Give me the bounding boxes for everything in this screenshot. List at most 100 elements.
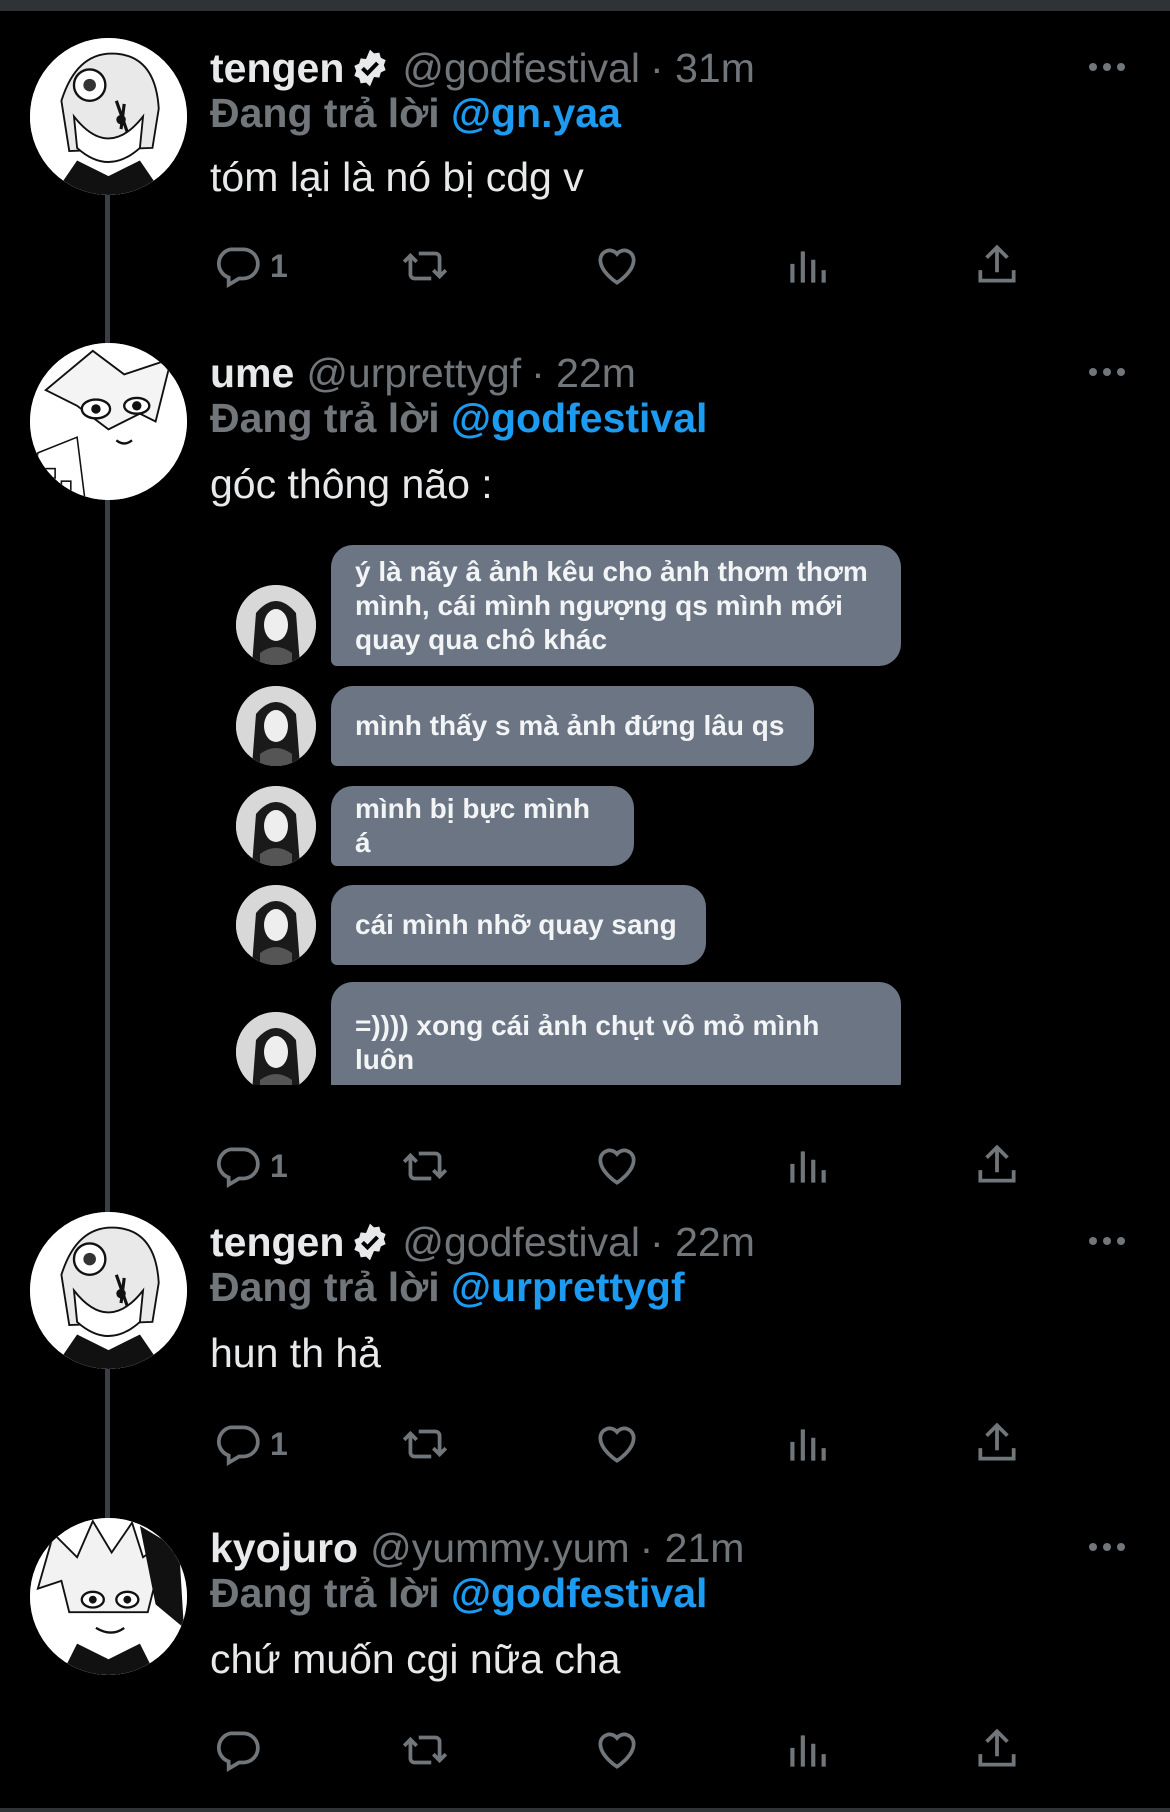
replying-to-label: Đang trả lời	[210, 395, 452, 441]
handle[interactable]: @urprettygf	[306, 350, 521, 397]
person-avatar-icon	[236, 686, 316, 766]
reply-mention-link[interactable]: @gn.yaa	[451, 90, 621, 136]
kyojuro-avatar-icon	[30, 1518, 187, 1675]
views-icon	[790, 1429, 826, 1461]
share-button[interactable]	[972, 1414, 1022, 1474]
tweet-actions: 1	[210, 236, 1050, 296]
timestamp[interactable]: · 22m	[650, 1219, 755, 1266]
tweet[interactable]: tengen @godfestival · 31m Đang trả lời @…	[0, 38, 1170, 298]
reply-button[interactable]: 1	[212, 1414, 288, 1474]
reply-icon	[216, 1147, 260, 1189]
retweet-icon	[402, 1429, 448, 1459]
like-icon	[598, 1426, 636, 1463]
like-icon	[598, 1732, 636, 1769]
share-icon	[978, 244, 1016, 283]
like-button[interactable]	[592, 1136, 642, 1196]
chat-avatar	[236, 786, 316, 866]
tweet-text: góc thông não :	[210, 461, 493, 507]
reply-mention-link[interactable]: @urprettygf	[451, 1264, 685, 1310]
person-avatar-icon	[236, 885, 316, 965]
verified-badge-icon	[350, 1222, 390, 1262]
like-button[interactable]	[592, 1414, 642, 1474]
tweet-header: tengen @godfestival · 31m	[210, 38, 755, 98]
replying-to: Đang trả lời @godfestival	[210, 395, 707, 442]
tengen-avatar-icon	[30, 1212, 187, 1369]
tweet-text: tóm lại là nó bị cdg v	[210, 154, 584, 200]
share-button[interactable]	[972, 1136, 1022, 1196]
person-avatar-icon	[236, 1012, 316, 1085]
replying-to-label: Đang trả lời	[210, 90, 452, 136]
handle[interactable]: @godfestival	[402, 1219, 640, 1266]
reply-button[interactable]	[212, 1720, 270, 1780]
display-name[interactable]: tengen	[210, 45, 344, 92]
bottom-divider	[0, 1808, 1170, 1812]
chat-avatar	[236, 686, 316, 766]
top-divider	[0, 0, 1170, 11]
display-name[interactable]: kyojuro	[210, 1525, 358, 1572]
like-button[interactable]	[592, 236, 642, 296]
retweet-button[interactable]	[400, 1136, 450, 1196]
display-name[interactable]: tengen	[210, 1219, 344, 1266]
reply-button[interactable]: 1	[212, 1136, 288, 1196]
chat-avatar	[236, 885, 316, 965]
replying-to-label: Đang trả lời	[210, 1570, 452, 1616]
handle[interactable]: @godfestival	[402, 45, 640, 92]
like-icon	[598, 248, 636, 285]
views-button[interactable]	[782, 1720, 832, 1780]
chat-bubble: =)))) xong cái ảnh chụt vô mỏ mình luôn	[331, 982, 901, 1085]
person-avatar-icon	[236, 786, 316, 866]
reply-icon	[216, 247, 260, 289]
replying-to-label: Đang trả lời	[210, 1264, 452, 1310]
avatar[interactable]	[30, 343, 187, 500]
display-name[interactable]: ume	[210, 350, 294, 397]
retweet-button[interactable]	[400, 1720, 450, 1780]
tengen-avatar-icon	[30, 38, 187, 195]
reply-button[interactable]: 1	[212, 236, 288, 296]
views-button[interactable]	[782, 1414, 832, 1474]
person-avatar-icon	[236, 585, 316, 665]
timestamp[interactable]: · 22m	[531, 350, 636, 397]
avatar[interactable]	[30, 1518, 187, 1675]
retweet-button[interactable]	[400, 1414, 450, 1474]
share-icon	[978, 1422, 1016, 1461]
tweet-actions	[210, 1720, 1050, 1780]
views-icon	[790, 1735, 826, 1767]
more-icon[interactable]	[1085, 52, 1130, 82]
tweet-actions: 1	[210, 1414, 1050, 1474]
timestamp[interactable]: · 21m	[640, 1525, 745, 1572]
retweet-button[interactable]	[400, 236, 450, 296]
retweet-icon	[402, 1151, 448, 1181]
tweet[interactable]: tengen @godfestival · 22m Đang trả lời @…	[0, 1212, 1170, 1472]
views-icon	[790, 251, 826, 283]
handle[interactable]: @yummy.yum	[370, 1525, 630, 1572]
more-icon[interactable]	[1085, 357, 1130, 387]
replying-to: Đang trả lời @urprettygf	[210, 1264, 685, 1311]
reply-mention-link[interactable]: @godfestival	[451, 1570, 707, 1616]
tweet-text: chứ muốn cgi nữa cha	[210, 1636, 621, 1682]
chat-bubble: mình bị bực mình á	[331, 786, 634, 866]
share-button[interactable]	[972, 236, 1022, 296]
replying-to: Đang trả lời @godfestival	[210, 1570, 707, 1617]
retweet-icon	[402, 1735, 448, 1765]
like-button[interactable]	[592, 1720, 642, 1780]
verified-badge-icon	[350, 48, 390, 88]
timestamp[interactable]: · 31m	[650, 45, 755, 92]
tweet-header: ume @urprettygf · 22m	[210, 343, 636, 403]
reply-icon	[216, 1731, 260, 1773]
more-icon[interactable]	[1085, 1532, 1130, 1562]
reply-mention-link[interactable]: @godfestival	[451, 395, 707, 441]
reply-count: 1	[270, 1147, 288, 1184]
tweet[interactable]: kyojuro @yummy.yum · 21m Đang trả lời @g…	[0, 1518, 1170, 1778]
views-button[interactable]	[782, 236, 832, 296]
avatar[interactable]	[30, 38, 187, 195]
views-button[interactable]	[782, 1136, 832, 1196]
more-icon[interactable]	[1085, 1226, 1130, 1256]
chat-bubble: ý là nãy â ảnh kêu cho ảnh thơm thơm mìn…	[331, 545, 901, 666]
share-icon	[978, 1144, 1016, 1183]
share-button[interactable]	[972, 1720, 1022, 1780]
reply-count: 1	[270, 1425, 288, 1462]
chat-bubble: mình thấy s mà ảnh đứng lâu qs	[331, 686, 814, 766]
avatar[interactable]	[30, 1212, 187, 1369]
tweet-header: tengen @godfestival · 22m	[210, 1212, 755, 1272]
chat-screenshot[interactable]: ý là nãy â ảnh kêu cho ảnh thơm thơm mìn…	[232, 545, 912, 1085]
